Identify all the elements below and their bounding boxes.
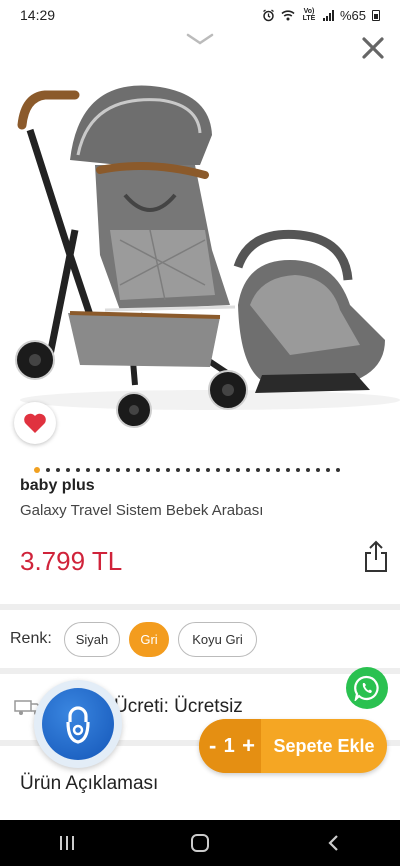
color-option-gri[interactable]: Gri [129,622,169,657]
pagination-dot[interactable] [166,468,170,472]
pagination-dot[interactable] [126,468,130,472]
whatsapp-icon [354,675,379,701]
pagination-dot[interactable] [276,468,280,472]
pagination-dot[interactable] [136,468,140,472]
pagination-dot[interactable] [266,468,270,472]
pagination-dot[interactable] [256,468,260,472]
color-label: Renk: [10,630,52,647]
pagination-dot[interactable] [326,468,330,472]
pagination-dot[interactable] [86,468,90,472]
color-option-koyu-gri[interactable]: Koyu Gri [178,622,257,657]
status-icons: Vo) LTE %65 [262,8,380,23]
status-bar: 14:29 Vo) LTE %65 [0,0,400,30]
description-title[interactable]: Ürün Açıklaması [20,773,158,795]
pagination-dot[interactable] [176,468,180,472]
security-badge-icon [42,688,114,760]
pagination-dot[interactable] [156,468,160,472]
product-name: Galaxy Travel Sistem Bebek Arabası [20,502,264,519]
back-button[interactable] [313,828,353,858]
favorite-button[interactable] [14,402,56,444]
whatsapp-button[interactable] [346,667,388,709]
security-badge[interactable] [34,680,122,768]
add-to-cart-button[interactable]: Sepete Ekle [261,736,387,757]
product-brand[interactable]: baby plus [20,477,95,495]
home-button[interactable] [180,828,220,858]
share-icon [365,540,387,572]
heart-icon [24,413,46,433]
color-option-siyah[interactable]: Siyah [64,622,120,657]
pagination-dot[interactable] [286,468,290,472]
product-price: 3.799 TL [20,546,123,576]
back-icon [328,835,339,851]
pagination-dot[interactable] [226,468,230,472]
pagination-dot[interactable] [206,468,210,472]
pagination-dot[interactable] [76,468,80,472]
pagination-dot[interactable] [236,468,240,472]
quantity-stepper: - 1 + [199,719,261,773]
pagination-dot[interactable] [116,468,120,472]
pagination-dot[interactable] [146,468,150,472]
pagination-dot[interactable] [216,468,220,472]
pagination-dot[interactable] [306,468,310,472]
pagination-dot[interactable] [186,468,190,472]
pagination-dot[interactable] [46,468,50,472]
status-time: 14:29 [20,7,56,23]
recents-button[interactable] [47,828,87,858]
network-type: Vo) LTE [302,8,316,22]
section-divider [0,604,400,610]
signal-icon [322,9,334,21]
pagination-dot[interactable] [316,468,320,472]
section-divider [0,668,400,674]
system-nav-bar [0,820,400,866]
pagination-dot[interactable] [336,468,340,472]
pagination-dot[interactable] [246,468,250,472]
chevron-down-icon[interactable] [186,33,214,45]
recents-icon [59,836,74,850]
image-pagination[interactable] [34,466,394,474]
pagination-dot[interactable] [34,467,40,473]
quantity-decrease-button[interactable]: - [209,733,216,759]
pagination-dot[interactable] [66,468,70,472]
alarm-icon [263,8,274,21]
pagination-dot[interactable] [106,468,110,472]
wifi-icon [281,10,295,21]
pagination-dot[interactable] [96,468,100,472]
pagination-dot[interactable] [196,468,200,472]
battery-percent: %65 [339,7,366,23]
quantity-value: 1 [223,734,235,757]
add-to-cart-bar: - 1 + Sepete Ekle [199,719,387,773]
shipping-fee: Ücreti: Ücretsiz [114,696,243,717]
home-icon [190,834,209,852]
quantity-increase-button[interactable]: + [242,733,255,759]
pagination-dot[interactable] [56,468,60,472]
product-image[interactable] [0,55,400,455]
share-button[interactable] [363,540,389,574]
battery-icon [372,9,380,21]
pagination-dot[interactable] [296,468,300,472]
